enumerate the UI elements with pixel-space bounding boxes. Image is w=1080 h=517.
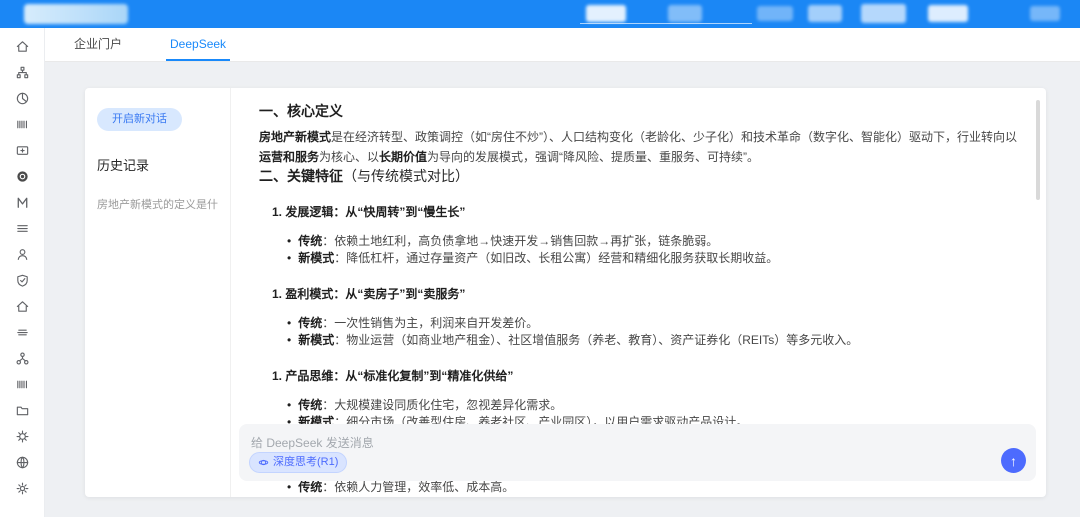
barcode-icon[interactable] bbox=[9, 111, 35, 137]
tab-bar: 企业门户 DeepSeek bbox=[45, 28, 1080, 62]
key-feature-item: 1. 产品思维：从“标准化复制”到“精准化供给” •传统：大规模建设同质化住宅，… bbox=[259, 368, 1020, 431]
top-navigation-bar bbox=[0, 0, 1080, 28]
bullet-point: •传统：一次性销售为主，利润来自开发差价。 bbox=[287, 315, 1020, 332]
shield-icon[interactable] bbox=[9, 267, 35, 293]
deepseek-chat-card: 开启新对话 历史记录 房地产新模式的定义是什么 一、核心定义 房地产新模式是在经… bbox=[85, 88, 1046, 497]
barcode-alt-icon[interactable] bbox=[9, 371, 35, 397]
layers-icon[interactable] bbox=[9, 319, 35, 345]
bullet-point: •新模式：物业运营（如商业地产租金）、社区增值服务（养老、教育）、资产证券化（R… bbox=[287, 332, 1020, 349]
key-feature-item: 1. 盈利模式：从“卖房子”到“卖服务” •传统：一次性销售为主，利润来自开发差… bbox=[259, 286, 1020, 349]
pie-chart-icon[interactable] bbox=[9, 85, 35, 111]
tab-deepseek[interactable]: DeepSeek bbox=[166, 28, 230, 61]
bullet-point: •传统：依赖人力管理，效率低、成本高。 bbox=[287, 479, 1020, 496]
list-icon[interactable] bbox=[9, 215, 35, 241]
dark-circle-icon[interactable] bbox=[9, 163, 35, 189]
deep-think-toggle[interactable]: 深度思考(R1) bbox=[249, 452, 347, 473]
topbar-underline bbox=[580, 23, 752, 24]
letter-m-icon[interactable] bbox=[9, 189, 35, 215]
bullet-point: •传统：大规模建设同质化住宅，忽视差异化需求。 bbox=[287, 397, 1020, 414]
key-feature-bullets: •传统：依赖人力管理，效率低、成本高。 bbox=[259, 479, 1020, 496]
badge-icon[interactable] bbox=[9, 423, 35, 449]
content-scrollbar-thumb[interactable] bbox=[1036, 100, 1040, 200]
bullet-point: •新模式：降低杠杆，通过存量资产（如旧改、长租公寓）经营和精细化服务获取长期收益… bbox=[287, 250, 1020, 267]
topbar-blurred-item[interactable] bbox=[1030, 6, 1060, 21]
key-feature-bullets: •传统：一次性销售为主，利润来自开发差价。•新模式：物业运营（如商业地产租金）、… bbox=[259, 315, 1020, 349]
section-title-core-definition: 一、核心定义 bbox=[259, 102, 1020, 120]
bullet-point: •传统：依赖土地红利，高负债拿地→快速开发→销售回款→再扩张，链条脆弱。 bbox=[287, 233, 1020, 250]
topbar-blurred-item[interactable] bbox=[668, 5, 702, 22]
folder-icon[interactable] bbox=[9, 397, 35, 423]
send-button[interactable]: ↑ bbox=[1001, 448, 1026, 473]
topbar-blurred-item[interactable] bbox=[928, 5, 968, 22]
topbar-blurred-item[interactable] bbox=[861, 4, 906, 23]
history-item[interactable]: 房地产新模式的定义是什么 bbox=[97, 196, 218, 212]
key-feature-item: 1. 发展逻辑：从“快周转”到“慢生长” •传统：依赖土地红利，高负债拿地→快速… bbox=[259, 204, 1020, 267]
section-title-key-features: 二、关键特征（与传统模式对比） bbox=[259, 167, 1020, 185]
topbar-blurred-item[interactable] bbox=[808, 5, 842, 22]
new-chat-button[interactable]: 开启新对话 bbox=[97, 108, 182, 131]
history-title: 历史记录 bbox=[97, 155, 218, 174]
answer-content: 一、核心定义 房地产新模式是在经济转型、政策调控（如“房住不炒”）、人口结构变化… bbox=[231, 88, 1046, 497]
key-feature-heading: 1. 盈利模式：从“卖房子”到“卖服务” bbox=[272, 286, 1020, 303]
folder-plus-icon[interactable] bbox=[9, 137, 35, 163]
app-logo[interactable] bbox=[24, 4, 128, 24]
core-definition-paragraph: 房地产新模式是在经济转型、政策调控（如“房住不炒”）、人口结构变化（老龄化、少子… bbox=[259, 127, 1020, 167]
topbar-blurred-item[interactable] bbox=[757, 6, 793, 21]
person-icon[interactable] bbox=[9, 241, 35, 267]
conversation-sidebar: 开启新对话 历史记录 房地产新模式的定义是什么 bbox=[85, 88, 231, 497]
home-alt-icon[interactable] bbox=[9, 293, 35, 319]
key-feature-heading: 1. 产品思维：从“标准化复制”到“精准化供给” bbox=[272, 368, 1020, 385]
home-icon[interactable] bbox=[9, 33, 35, 59]
message-composer[interactable]: 给 DeepSeek 发送消息 深度思考(R1) ↑ bbox=[239, 424, 1036, 481]
topbar-blurred-item[interactable] bbox=[586, 5, 626, 22]
left-icon-sidebar bbox=[0, 28, 45, 517]
tab-enterprise-portal[interactable]: 企业门户 bbox=[70, 28, 126, 61]
globe-icon[interactable] bbox=[9, 449, 35, 475]
key-feature-bullets: •传统：依赖土地红利，高负债拿地→快速开发→销售回款→再扩张，链条脆弱。•新模式… bbox=[259, 233, 1020, 267]
deepthink-icon bbox=[258, 457, 269, 468]
gear-icon[interactable] bbox=[9, 475, 35, 501]
arrow-up-icon: ↑ bbox=[1010, 453, 1017, 469]
key-feature-heading: 1. 发展逻辑：从“快周转”到“慢生长” bbox=[272, 204, 1020, 221]
history-list: 房地产新模式的定义是什么 bbox=[97, 196, 218, 212]
composer-placeholder: 给 DeepSeek 发送消息 bbox=[251, 434, 1024, 451]
org-structure-icon[interactable] bbox=[9, 59, 35, 85]
network-icon[interactable] bbox=[9, 345, 35, 371]
